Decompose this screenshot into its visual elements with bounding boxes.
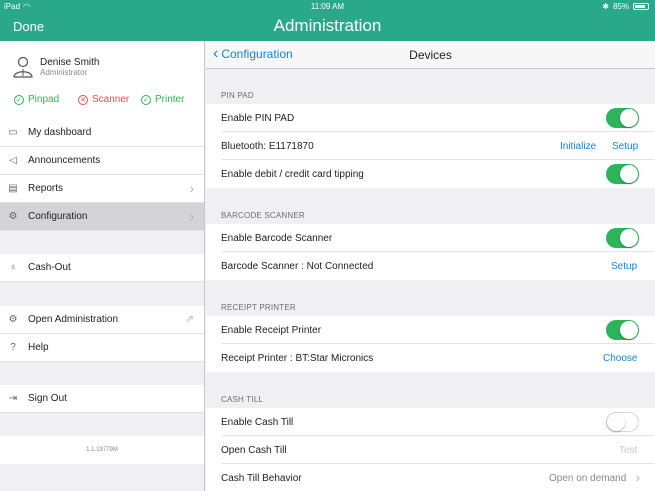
sidebar-item-dashboard[interactable]: ▭ My dashboard [0, 119, 204, 147]
sidebar-item-label: Help [28, 342, 49, 353]
tipping-label: Enable debit / credit card tipping [221, 169, 364, 180]
sign-out-icon: ⇥ [8, 393, 18, 404]
bluetooth-label: Bluetooth: E1171870 [221, 141, 314, 152]
check-icon: ✓ [14, 94, 24, 105]
pinpad-status: ✓ Pinpad [14, 94, 59, 105]
sidebar-item-announcements[interactable]: ◁ Announcements [0, 147, 204, 175]
user-profile: Denise Smith Administrator ✓ Pinpad ✕ Sc… [0, 41, 204, 119]
megaphone-icon: ◁ [9, 155, 17, 166]
receipt-printer-label: Receipt Printer : BT:Star Micronics [221, 353, 374, 364]
enable-barcode-row: Enable Barcode Scanner [206, 224, 655, 252]
sidebar-item-label: Announcements [28, 155, 101, 166]
app-version: 1.1.19779M [0, 436, 204, 464]
open-cash-till-row: Open Cash Till Test [206, 436, 655, 464]
toggle-knob [607, 413, 625, 431]
enable-pin-pad-label: Enable PIN PAD [221, 113, 295, 124]
sidebar-item-open-administration[interactable]: ⚙ Open Administration ⇗ [0, 306, 204, 334]
gear-icon: ⚙ [8, 211, 18, 222]
enable-receipt-row: Enable Receipt Printer [206, 316, 655, 344]
page-title: Administration [273, 16, 382, 35]
barcode-status-row: Barcode Scanner : Not Connected Setup [206, 252, 655, 280]
external-link-icon: ⇗ [185, 314, 194, 325]
scanner-status-label: Scanner [92, 94, 130, 105]
receipt-printer-row: Receipt Printer : BT:Star Micronics Choo… [206, 344, 655, 372]
toggle-knob [620, 321, 638, 339]
barcode-status-label: Barcode Scanner : Not Connected [221, 261, 374, 272]
test-button[interactable]: Test [619, 445, 637, 456]
tipping-row: Enable debit / credit card tipping [206, 160, 655, 188]
choose-printer-button[interactable]: Choose [603, 353, 637, 364]
printer-status: ✓ Printer [141, 94, 184, 105]
sidebar-item-label: Reports [28, 183, 64, 194]
section-header-pin-pad: PIN PAD [221, 91, 254, 100]
pinpad-status-label: Pinpad [28, 94, 60, 105]
enable-cash-till-toggle[interactable] [606, 412, 639, 432]
initialize-button[interactable]: Initialize [560, 141, 596, 152]
sidebar-item-cash-out[interactable]: ♁ Cash-Out [0, 254, 204, 282]
enable-pin-pad-toggle[interactable] [606, 108, 639, 128]
section-header-cash-till: CASH TILL [221, 395, 264, 404]
document-icon: ▤ [8, 183, 18, 194]
sidebar-item-label: Open Administration [28, 314, 119, 325]
section-header-barcode: BARCODE SCANNER [221, 211, 305, 220]
devices-title: Devices [409, 48, 452, 62]
sidebar-item-configuration[interactable]: ⚙ Configuration › [0, 203, 204, 231]
status-time: 11:09 AM [310, 2, 345, 11]
cash-till-behavior-row[interactable]: Cash Till Behavior Open on demand › [206, 464, 655, 491]
tipping-toggle[interactable] [606, 164, 639, 184]
user-role: Administrator [40, 68, 88, 77]
printer-status-label: Printer [155, 94, 185, 105]
chevron-right-icon: › [189, 181, 194, 196]
sidebar-item-label: My dashboard [28, 127, 92, 138]
enable-cash-till-label: Enable Cash Till [221, 417, 294, 428]
battery-fill [635, 5, 646, 8]
battery-percent: 85% [612, 2, 629, 11]
piggy-bank-icon: ♁ [9, 262, 17, 273]
status-right: ✱ 85% [602, 2, 649, 11]
toggle-knob [620, 165, 638, 183]
open-cash-till-label: Open Cash Till [221, 445, 287, 456]
gear-icon: ⚙ [8, 314, 18, 325]
scanner-status: ✕ Scanner [78, 94, 129, 105]
chevron-right-icon: › [189, 209, 194, 224]
status-bar: iPad ◠ 11:09 AM ✱ 85% [0, 0, 655, 13]
sidebar-item-label: Cash-Out [28, 262, 71, 273]
section-header-receipt: RECEIPT PRINTER [221, 303, 296, 312]
error-x-icon: ✕ [78, 94, 88, 105]
sidebar-item-help[interactable]: ? Help [0, 334, 204, 362]
user-name: Denise Smith [40, 57, 100, 68]
sidebar-item-label: Sign Out [28, 393, 67, 404]
enable-receipt-toggle[interactable] [606, 320, 639, 340]
dashboard-icon: ▭ [8, 127, 18, 138]
toggle-knob [620, 109, 638, 127]
pin-pad-bluetooth-row: Bluetooth: E1171870 Initialize Setup [206, 132, 655, 160]
main-panel: ‹ Configuration Devices PIN PAD Enable P… [206, 41, 655, 491]
battery-icon [633, 3, 649, 10]
enable-barcode-toggle[interactable] [606, 228, 639, 248]
chevron-right-icon: › [635, 470, 640, 485]
cash-till-behavior-value: Open on demand [549, 473, 627, 484]
check-icon: ✓ [141, 94, 151, 105]
enable-receipt-label: Enable Receipt Printer [221, 325, 322, 336]
pin-pad-setup-button[interactable]: Setup [612, 141, 638, 152]
sidebar: Denise Smith Administrator ✓ Pinpad ✕ Sc… [0, 41, 205, 491]
top-bar: iPad ◠ 11:09 AM ✱ 85% Done Administration [0, 0, 655, 41]
enable-cash-till-row: Enable Cash Till [206, 408, 655, 436]
sidebar-item-reports[interactable]: ▤ Reports › [0, 175, 204, 203]
bluetooth-icon: ✱ [602, 2, 609, 11]
nav-bar: ‹ Configuration Devices [206, 41, 655, 69]
user-avatar-icon [13, 56, 33, 78]
sidebar-item-label: Configuration [28, 211, 88, 222]
enable-pin-pad-row: Enable PIN PAD [206, 104, 655, 132]
barcode-setup-button[interactable]: Setup [611, 261, 637, 272]
enable-barcode-label: Enable Barcode Scanner [221, 233, 333, 244]
help-icon: ? [10, 342, 16, 353]
toggle-knob [620, 229, 638, 247]
sidebar-item-sign-out[interactable]: ⇥ Sign Out [0, 385, 204, 413]
cash-till-behavior-label: Cash Till Behavior [221, 473, 302, 484]
